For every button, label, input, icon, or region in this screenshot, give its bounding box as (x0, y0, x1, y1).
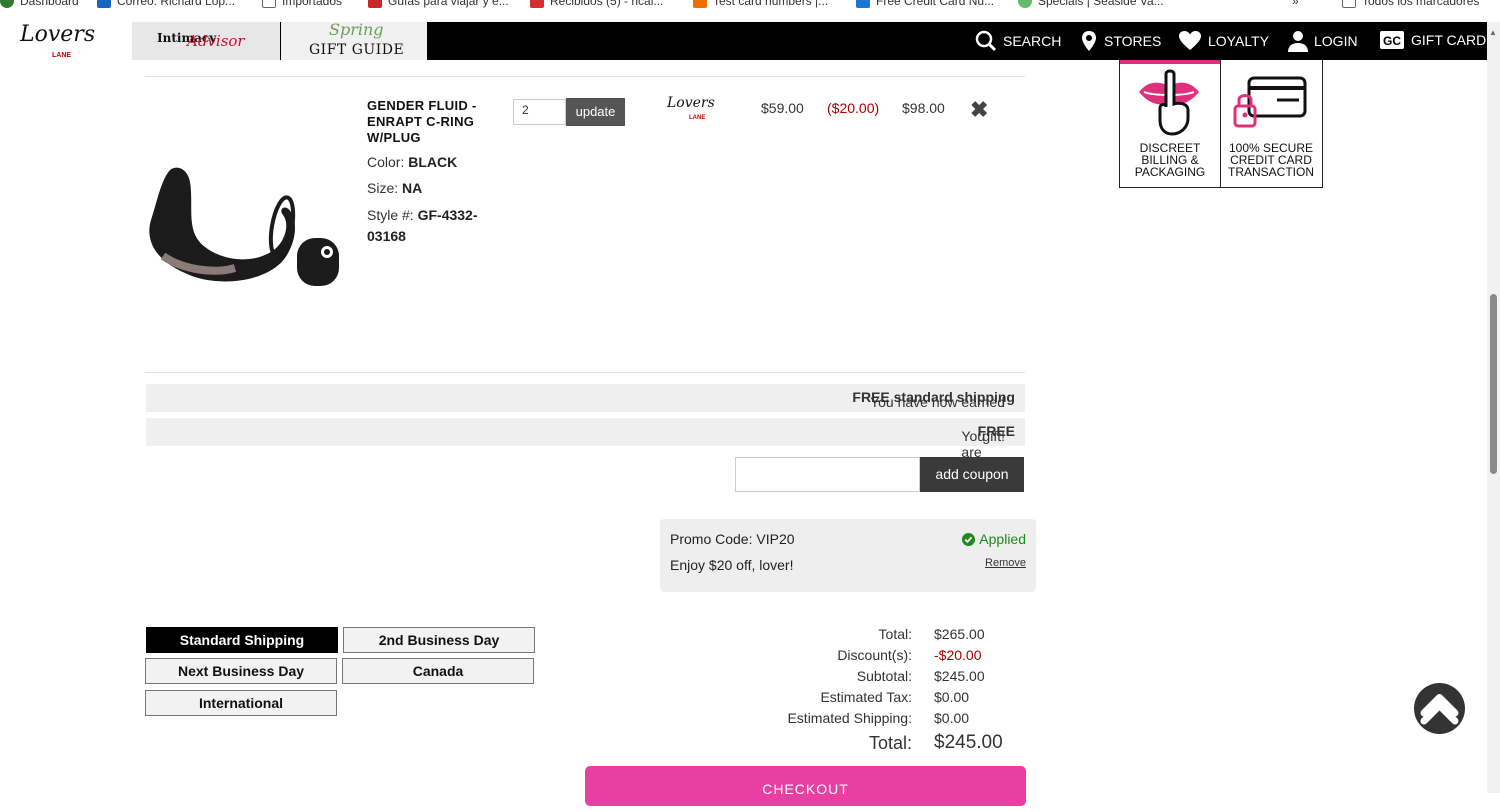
subtotal-value: $245.00 (934, 668, 985, 684)
shipping-cost-value: $0.00 (934, 710, 970, 726)
free-gift-message: You are eligible for a FREE gift! (146, 418, 1025, 492)
update-quantity-button[interactable]: update (566, 98, 625, 126)
trust-badges: DISCREET BILLING & PACKAGING 100% SECURE… (1119, 60, 1323, 188)
search-icon (975, 30, 997, 52)
intimacy-advisor-link[interactable]: Intimacy Advisor (132, 22, 280, 60)
back-to-top-button[interactable] (1414, 683, 1465, 734)
remove-promo-link[interactable]: Remove (985, 557, 1026, 569)
shipping-option-canada[interactable]: Canada (342, 658, 534, 684)
scroll-up-arrow-icon[interactable]: ▲ (1489, 28, 1497, 37)
spring-gift-guide-link[interactable]: Spring GIFT GUIDE (281, 20, 427, 60)
shipping-option-international[interactable]: International (145, 690, 337, 716)
shipping-cost-label: Estimated Shipping: (787, 710, 912, 726)
bookmark-test-card[interactable]: Test card numbers |... (693, 0, 828, 8)
svg-text:GC: GC (1383, 34, 1401, 48)
shipping-option-next-business-day[interactable]: Next Business Day (145, 658, 337, 684)
secure-card-icon (1233, 76, 1307, 128)
grand-total-label: Total: (868, 733, 912, 753)
bookmark-specials[interactable]: Specials | Seaside Va... (1018, 0, 1164, 8)
product-name[interactable]: GENDER FLUID - ENRAPT C-RING W/PLUG (367, 98, 477, 146)
nav-search[interactable]: SEARCH (975, 30, 1061, 52)
promo-code-panel: Promo Code: VIP20 Enjoy $20 off, lover! … (660, 519, 1036, 592)
nav-gift-card[interactable]: GC GIFT CARD (1379, 30, 1486, 50)
discount-value: -$20.00 (934, 647, 982, 663)
site-logo[interactable]: Lovers LANE (20, 22, 98, 62)
page-scrollbar[interactable]: ▲ (1487, 22, 1500, 793)
bookmarks-overflow-icon[interactable]: » (1292, 0, 1299, 8)
folder-icon (1342, 0, 1356, 8)
add-coupon-button[interactable]: add coupon (920, 457, 1024, 492)
nav-stores[interactable]: STORES (1080, 30, 1161, 52)
check-circle-icon (962, 532, 976, 546)
outlook-icon (97, 0, 111, 8)
secure-card-badge: 100% SECURE CREDIT CARD TRANSACTION (1221, 60, 1321, 187)
line-total: $98.00 (902, 100, 945, 116)
gift-card-icon: GC (1380, 31, 1404, 49)
bookmark-free-credit-card[interactable]: Free Credit Card Nu... (856, 0, 994, 8)
bookmark-dashboard[interactable]: Dashboard (0, 0, 79, 8)
promo-description: Enjoy $20 off, lover! (670, 557, 794, 573)
nav-login[interactable]: LOGIN (1288, 30, 1358, 52)
total-value: $265.00 (934, 626, 985, 642)
user-icon (1288, 31, 1308, 52)
tax-label: Estimated Tax: (820, 689, 912, 705)
bookmark-importados[interactable]: Importados (262, 0, 342, 8)
checkout-button[interactable]: CHECKOUT (585, 766, 1026, 806)
chevron-up-icon (1420, 694, 1459, 725)
lips-finger-icon (1139, 69, 1199, 136)
product-color: Color: BLACK (367, 154, 458, 170)
bookmark-recibidos[interactable]: Recibidos (5) - rical... (530, 0, 663, 8)
total-label: Total: (878, 626, 912, 642)
free-shipping-message: You have now earned FREE standard shippi… (146, 384, 1025, 412)
guide-icon (368, 0, 382, 8)
folder-icon (262, 0, 276, 8)
page-icon (856, 0, 870, 8)
product-style: Style #: GF-4332- (367, 207, 478, 223)
page-icon (693, 0, 707, 8)
bookmarks-bar: Dashboard Correo: Richard Lop... Importa… (0, 0, 1500, 22)
product-size: Size: NA (367, 180, 423, 196)
coupon-input[interactable] (735, 457, 920, 492)
divider (145, 76, 1025, 77)
shipping-option-standard[interactable]: Standard Shipping (146, 627, 338, 653)
promo-applied-status: Applied (962, 531, 1026, 547)
discreet-billing-badge: DISCREET BILLING & PACKAGING (1120, 60, 1221, 187)
location-pin-icon (1082, 31, 1096, 51)
remove-item-icon[interactable]: ✖ (970, 97, 988, 123)
gmail-icon (530, 0, 544, 8)
brand-logo: Lovers LANE (667, 95, 715, 121)
product-image[interactable] (145, 160, 345, 290)
bookmark-all[interactable]: Todos los marcadores (1342, 0, 1479, 8)
scrollbar-thumb[interactable] (1490, 294, 1497, 474)
unit-price: $59.00 (761, 100, 804, 116)
divider (145, 372, 1025, 373)
tax-value: $0.00 (934, 689, 970, 705)
page-icon (1018, 0, 1032, 8)
shipping-option-2nd-business-day[interactable]: 2nd Business Day (343, 627, 535, 653)
quantity-input[interactable]: 2 (513, 99, 566, 125)
bookmark-correo[interactable]: Correo: Richard Lop... (97, 0, 235, 8)
bookmark-guias[interactable]: Guías para viajar y e... (368, 0, 509, 8)
subtotal-label: Subtotal: (856, 668, 912, 684)
promo-code-label: Promo Code: VIP20 (670, 531, 795, 547)
nav-loyalty[interactable]: LOYALTY (1178, 30, 1269, 51)
product-style-cont: 03168 (367, 228, 406, 244)
item-discount: ($20.00) (827, 100, 880, 116)
heart-icon (1179, 31, 1201, 50)
grand-total-value: $245.00 (934, 732, 1003, 753)
dashboard-icon (0, 0, 14, 8)
discount-label: Discount(s): (837, 647, 912, 663)
